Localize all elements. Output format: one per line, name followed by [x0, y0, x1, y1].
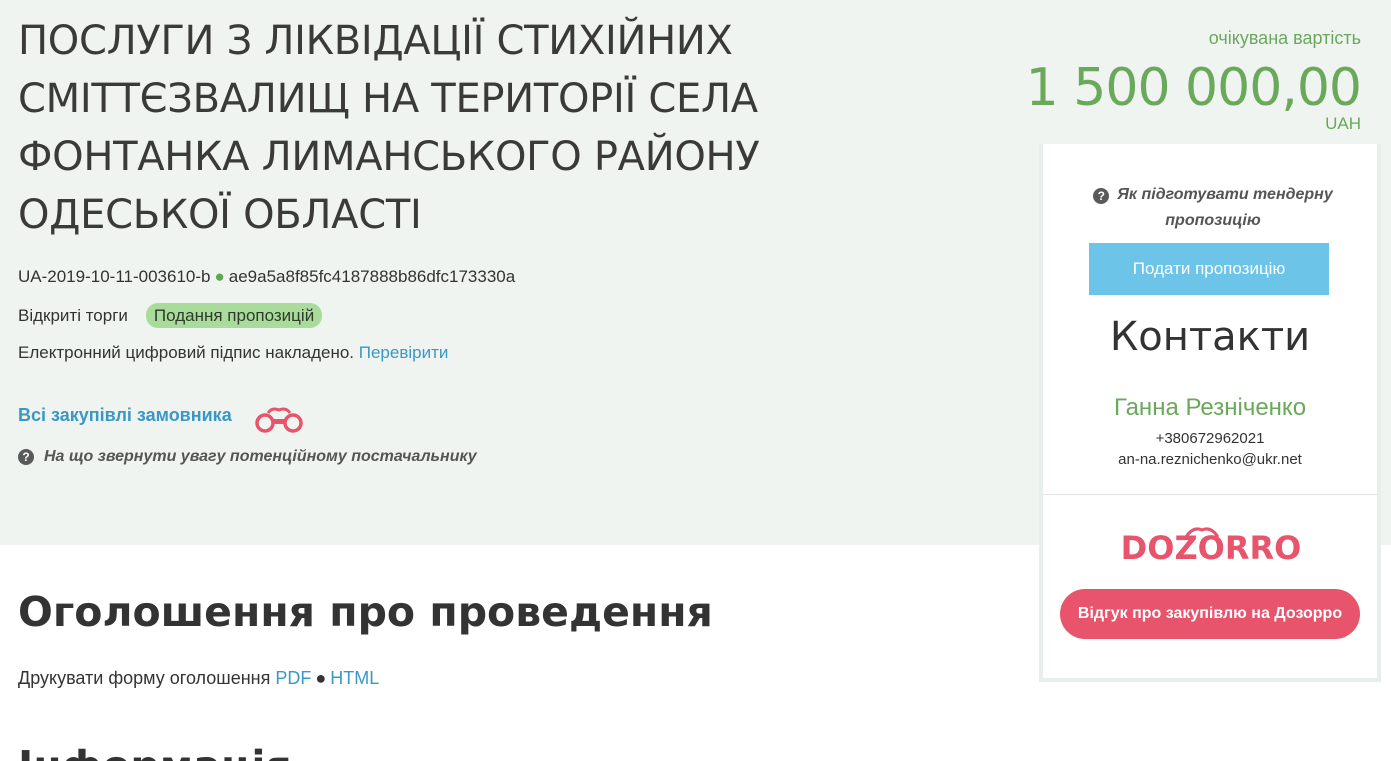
- status-badge: Подання пропозицій: [145, 303, 323, 328]
- binoculars-icon[interactable]: [252, 404, 306, 434]
- contact-name: Ганна Резніченко: [1113, 394, 1307, 421]
- separator-dot: ●: [315, 668, 327, 688]
- procedure-line: Відкриті торги Подання пропозицій: [18, 303, 323, 328]
- price-label: очікувана вартість: [1208, 28, 1361, 48]
- supplier-hint-text: На що звернути увагу потенційному постач…: [44, 448, 477, 465]
- divider: [1043, 494, 1377, 495]
- print-form-line: Друкувати форму оголошення PDF ● HTML: [18, 668, 379, 689]
- tender-id-line: UA-2019-10-11-003610-b ● ae9a5a8f85fc41878…: [18, 267, 515, 287]
- print-form-text: Друкувати форму оголошення: [18, 668, 271, 688]
- contact-phone: +380672962021: [1155, 430, 1265, 447]
- signature-text: Електронний цифровий підпис накладено.: [18, 343, 355, 362]
- price-value: 1 500 000,00: [1025, 58, 1362, 118]
- signature-line: Електронний цифровий підпис накладено. П…: [18, 343, 448, 363]
- dozorro-logo[interactable]: DOZORRO: [1113, 519, 1309, 567]
- procedure-type: Відкриті торги: [18, 305, 128, 325]
- contact-email: an-na.reznichenko@ukr.net: [1118, 451, 1302, 468]
- print-html-link[interactable]: HTML: [330, 668, 379, 688]
- print-pdf-link[interactable]: PDF: [275, 668, 311, 688]
- information-heading: Інформація: [18, 742, 292, 761]
- tender-id: UA-2019-10-11-003610-b: [18, 267, 211, 286]
- sidebar-panel: ? Як підготувати тендерну пропозицію Пода…: [1039, 144, 1381, 682]
- question-circle-icon: ?: [18, 449, 34, 465]
- verify-signature-link[interactable]: Перевірити: [359, 343, 449, 362]
- announcement-title: Оголошення про проведення: [18, 588, 713, 636]
- price-currency: UAH: [1325, 114, 1361, 133]
- tender-offer-hint-text: Як підготувати тендерну пропозицію: [1117, 186, 1333, 229]
- supplier-hint[interactable]: ? На що звернути увагу потенційному пост…: [18, 448, 477, 466]
- contacts-title: Контакти: [1109, 314, 1311, 360]
- separator-dot: ●: [214, 267, 225, 286]
- question-circle-icon: ?: [1093, 188, 1110, 204]
- dozorro-logo-text: DOZORRO: [1121, 529, 1302, 567]
- dozorro-review-button[interactable]: Відгук про закупівлю на Дозорро: [1060, 589, 1360, 639]
- tender-hash: ae9a5a8f85fc4187888b86dfc173330a: [228, 267, 516, 286]
- submit-proposal-button[interactable]: Подати пропозицію: [1089, 243, 1329, 295]
- tender-offer-hint[interactable]: ? Як підготувати тендерну пропозицію: [1083, 182, 1343, 234]
- buyer-purchases-link[interactable]: Всі закупівлі замовника: [18, 405, 232, 426]
- tender-title: ПОСЛУГИ З ЛІКВІДАЦІЇ СТИХІЙНИХ СМІТТЄЗВА…: [18, 18, 760, 238]
